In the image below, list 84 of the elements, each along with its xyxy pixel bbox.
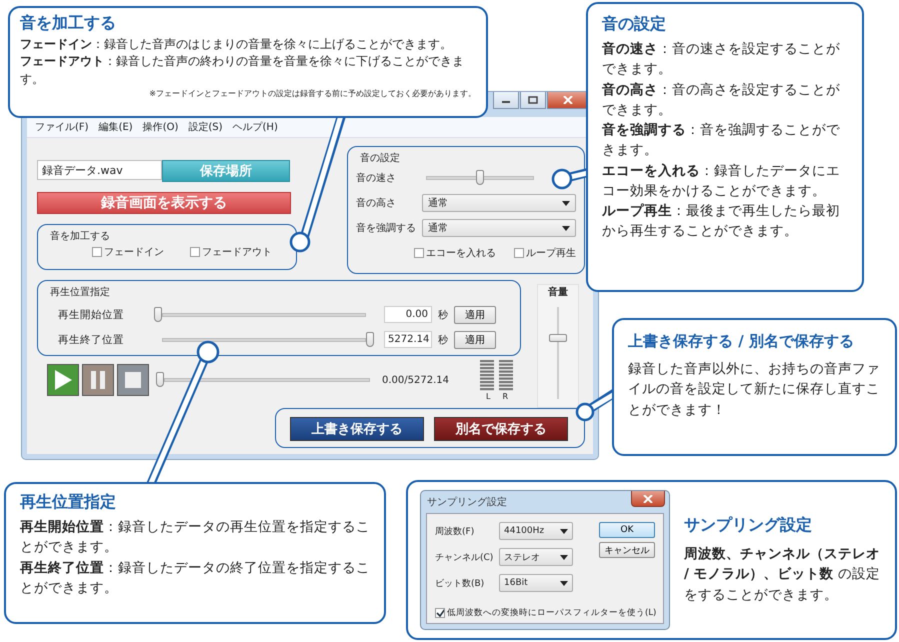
checkbox[interactable]: フェードイン bbox=[92, 245, 164, 259]
callout-text: 周波数、チャンネル（ステレオ / モノラル）、ビット数 の設定をすることができます。 bbox=[684, 545, 881, 605]
checkbox[interactable]: エコーを入れる bbox=[414, 246, 496, 260]
stop-icon bbox=[124, 371, 142, 389]
apply-button[interactable]: 適用 bbox=[454, 330, 496, 348]
group-title: 音を加工する bbox=[50, 230, 110, 243]
field-label: チャンネル(C) bbox=[435, 552, 494, 564]
slider-thumb[interactable] bbox=[156, 372, 164, 387]
callout-title: サンプリング設定 bbox=[684, 515, 813, 536]
caret-icon bbox=[560, 528, 568, 534]
checkbox[interactable]: フェードアウト bbox=[190, 245, 272, 259]
callout-text: 音の高さ：音の高さを設定することができます。 bbox=[602, 80, 841, 120]
slider-thumb[interactable] bbox=[549, 334, 567, 342]
callout-title: 再生位置指定 bbox=[20, 492, 117, 513]
minimize-button[interactable] bbox=[493, 92, 519, 109]
maximize-button[interactable] bbox=[520, 92, 546, 109]
checkmark-icon bbox=[436, 608, 444, 618]
apply-button[interactable]: 適用 bbox=[454, 306, 496, 324]
level-meter-drawing bbox=[480, 360, 514, 392]
select-label: 音の高さ bbox=[356, 196, 397, 210]
callout-title: 音の設定 bbox=[602, 14, 667, 35]
dialog-title: サンプリング設定 bbox=[427, 496, 507, 509]
callout-text: 録音した音声以外に、お持ちの音声ファイルの音を設定して新たに保存し直すことができます！ bbox=[628, 360, 881, 420]
callout-title: 上書き保存する / 別名で保存する bbox=[628, 332, 855, 351]
unit-label: 秒 bbox=[438, 334, 448, 346]
position-label: 再生開始位置 bbox=[58, 308, 125, 322]
play-button[interactable] bbox=[47, 364, 79, 396]
group-title: 再生位置指定 bbox=[50, 286, 110, 299]
channel-label: R bbox=[502, 392, 508, 400]
unit-label: 秒 bbox=[438, 308, 448, 322]
callout-text: 音を強調する：音を強調することができます。 bbox=[602, 121, 841, 160]
callout-text: ループ再生：最後まで再生したら最初から再生することができます。 bbox=[602, 202, 841, 242]
speed-label: 音の速さ bbox=[356, 172, 397, 185]
pause-icon bbox=[89, 370, 107, 390]
caret-icon bbox=[560, 580, 568, 586]
callout-text: エコーを入れる：録音したデータにエコー効果をかけることができます。 bbox=[602, 162, 841, 201]
channel-label: L bbox=[486, 392, 490, 400]
menu-item[interactable]: 編集(E) bbox=[98, 120, 133, 134]
stop-button[interactable] bbox=[117, 364, 149, 396]
menu-item[interactable]: 設定(S) bbox=[188, 120, 223, 134]
play-icon bbox=[53, 369, 73, 391]
save-button[interactable]: 上書き保存する bbox=[290, 417, 424, 441]
callout-text: フェードイン：録音した音声のはじまりの音量を徐々に上げることができます。 bbox=[20, 36, 453, 53]
dropdown[interactable]: ステレオ bbox=[499, 548, 573, 566]
slider-thumb[interactable] bbox=[154, 306, 162, 322]
seconds-field[interactable]: 0.00 bbox=[384, 306, 432, 323]
close-icon bbox=[563, 96, 573, 104]
dialog-button[interactable]: キャンセル bbox=[599, 542, 655, 558]
dropdown[interactable]: 16Bit bbox=[499, 574, 573, 592]
menu-item[interactable]: ファイル(F) bbox=[35, 120, 89, 134]
group-title: 音の設定 bbox=[360, 152, 400, 165]
field-label: ビット数(B) bbox=[435, 578, 486, 590]
caret-icon bbox=[562, 226, 570, 230]
callout-text: 再生終了位置：録音したデータの終了位置を指定することができます。 bbox=[20, 558, 370, 598]
file-name-field[interactable]: 録音データ.wav bbox=[37, 160, 162, 180]
field-label: 周波数(F) bbox=[435, 526, 476, 538]
dropdown[interactable]: 44100Hz bbox=[499, 522, 573, 540]
close-button[interactable] bbox=[631, 491, 665, 507]
select-label: 音を強調する bbox=[356, 222, 417, 235]
callout-title: 音を加工する bbox=[20, 13, 117, 34]
close-button[interactable] bbox=[547, 92, 589, 109]
slider-thumb[interactable] bbox=[476, 170, 484, 185]
maximize-icon bbox=[528, 96, 538, 104]
time-readout: 0.00/5272.14 bbox=[382, 374, 450, 386]
close-icon bbox=[643, 494, 653, 502]
pause-button[interactable] bbox=[82, 364, 114, 396]
dialog-button[interactable]: OK bbox=[599, 522, 655, 538]
caret-icon bbox=[562, 200, 570, 206]
save-button[interactable]: 別名で保存する bbox=[434, 417, 568, 441]
callout-text: 音の速さ：音の速さを設定することができます。 bbox=[602, 40, 841, 80]
callout-text: フェードアウト：録音した音声の終わりの音量を音量を徐々に下げることができます。 bbox=[20, 53, 465, 88]
seconds-field[interactable]: 5272.14 bbox=[384, 331, 432, 348]
slider-thumb[interactable] bbox=[366, 332, 374, 346]
dropdown[interactable]: 通常 bbox=[422, 219, 576, 237]
volume-label: 音量 bbox=[548, 285, 568, 299]
menu-item[interactable]: ヘルプ(H) bbox=[232, 120, 278, 134]
menu-item[interactable]: 操作(O) bbox=[142, 120, 178, 134]
checkbox[interactable]: ループ再生 bbox=[514, 246, 576, 260]
caret-icon bbox=[560, 554, 568, 560]
position-label: 再生終了位置 bbox=[58, 332, 125, 346]
checkbox[interactable]: 低周波数への変換時にローパスフィルターを使う(L) bbox=[435, 607, 655, 619]
footnote-text: ※フェードインとフェードアウトの設定は録音する前に予め設定しておく必要があります。 bbox=[148, 88, 476, 100]
callout-text: 再生開始位置：録音したデータの再生位置を指定することができます。 bbox=[20, 518, 370, 558]
dropdown[interactable]: 通常 bbox=[422, 194, 576, 212]
